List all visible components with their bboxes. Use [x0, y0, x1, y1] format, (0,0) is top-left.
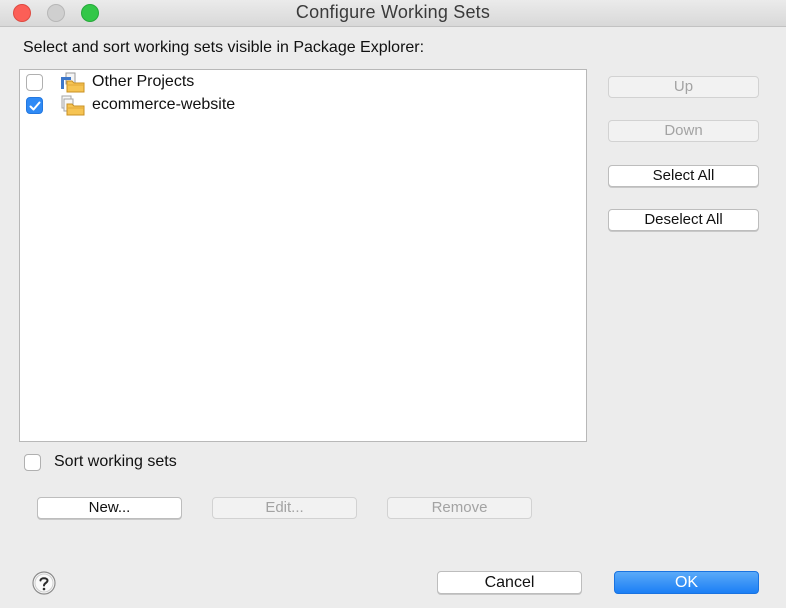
sort-working-sets-label: Sort working sets	[54, 453, 177, 470]
other-projects-folder-icon	[60, 72, 86, 94]
down-button[interactable]: Down	[608, 120, 759, 142]
ecommerce-website-label: ecommerce-website	[92, 96, 236, 113]
working-set-folder-icon	[60, 95, 86, 117]
other-projects-label: Other Projects	[92, 73, 195, 90]
ecommerce-website-checkbox[interactable]	[26, 97, 43, 114]
edit-button[interactable]: Edit...	[212, 497, 357, 519]
remove-button[interactable]: Remove	[387, 497, 532, 519]
help-icon[interactable]	[28, 571, 62, 597]
instruction-label: Select and sort working sets visible in …	[23, 39, 425, 56]
cancel-button[interactable]: Cancel	[437, 571, 582, 594]
working-sets-list[interactable]: Other Projects ecommerce-website	[19, 69, 587, 442]
sort-working-sets-checkbox[interactable]	[24, 454, 41, 471]
deselect-all-button[interactable]: Deselect All	[608, 209, 759, 231]
list-item-other-projects[interactable]: Other Projects	[20, 72, 586, 94]
window-title: Configure Working Sets	[295, 2, 491, 22]
select-all-button[interactable]: Select All	[608, 165, 759, 187]
other-projects-checkbox[interactable]	[26, 74, 43, 91]
title-bar: Configure Working Sets	[0, 0, 786, 27]
up-button[interactable]: Up	[608, 76, 759, 98]
new-button[interactable]: New...	[37, 497, 182, 519]
dialog-window: Configure Working Sets Select and sort w…	[0, 0, 786, 608]
list-item-ecommerce-website[interactable]: ecommerce-website	[20, 95, 586, 117]
ok-button[interactable]: OK	[614, 571, 759, 594]
